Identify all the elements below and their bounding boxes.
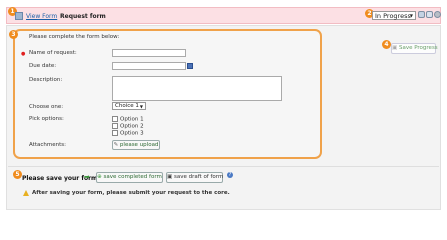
help-icon[interactable]: ?: [227, 172, 233, 178]
required-marker-icon: ●: [21, 51, 26, 57]
save-icon: ▣: [167, 174, 173, 180]
status-value: In Progress: [375, 12, 411, 20]
option-checkbox[interactable]: Option 2: [112, 123, 144, 130]
checkbox-icon[interactable]: [112, 116, 118, 122]
pick-options-label: Pick options:: [29, 116, 64, 122]
checkbox-icon[interactable]: [112, 123, 118, 129]
view-form-link[interactable]: View Form: [26, 13, 57, 20]
page-title: Request form: [60, 13, 106, 20]
chevron-down-icon: ▼: [409, 13, 413, 18]
due-date-input[interactable]: [112, 62, 186, 70]
description-textarea[interactable]: [112, 76, 282, 101]
upload-button-label: please upload: [119, 142, 159, 148]
save-progress-label: Save Progress: [398, 45, 438, 51]
save-progress-button[interactable]: ▣ Save Progress: [391, 43, 438, 54]
save-completed-label: save completed form: [103, 174, 162, 180]
save-draft-button[interactable]: ▣ save draft of form: [166, 172, 223, 183]
print-icon[interactable]: [426, 11, 433, 18]
due-date-label: Due date:: [29, 63, 57, 69]
divider: [8, 166, 439, 167]
checkbox-icon[interactable]: [112, 130, 118, 136]
upload-icon: ✎: [113, 142, 119, 148]
save-icon: ▣: [392, 45, 398, 51]
form-intro: Please complete the form below:: [29, 34, 120, 40]
submit-notice: After saving your form, please submit yo…: [32, 190, 230, 196]
callout-badge-4: 4: [382, 40, 391, 49]
attachments-label: Attachments:: [29, 142, 66, 148]
upload-button[interactable]: ✎ please upload: [112, 140, 160, 150]
choose-one-label: Choose one:: [29, 104, 64, 110]
choice-select[interactable]: Choice 1 ▼: [112, 102, 146, 110]
warning-icon: [23, 190, 29, 196]
save-icon[interactable]: [418, 11, 425, 18]
save-completed-button[interactable]: ⊕ save completed form: [96, 172, 163, 183]
choice-value: Choice 1: [115, 103, 139, 109]
callout-badge-5: 5: [13, 170, 22, 179]
form-icon: [15, 12, 23, 20]
calendar-icon[interactable]: [187, 63, 193, 69]
description-label: Description:: [29, 77, 63, 83]
name-label: Name of request:: [29, 50, 77, 56]
save-draft-label: save draft of form: [173, 174, 224, 180]
option-checkbox[interactable]: Option 1: [112, 116, 144, 123]
callout-badge-3: 3: [9, 30, 18, 39]
status-select[interactable]: In Progress ▼: [372, 11, 416, 20]
name-input[interactable]: [112, 49, 186, 57]
check-icon: ⊕: [97, 174, 102, 180]
arrow-right-icon: ➡: [84, 173, 90, 181]
chevron-down-icon: ▼: [139, 104, 143, 109]
settings-icon[interactable]: [434, 11, 441, 18]
option-checkbox[interactable]: Option 3: [112, 130, 144, 137]
